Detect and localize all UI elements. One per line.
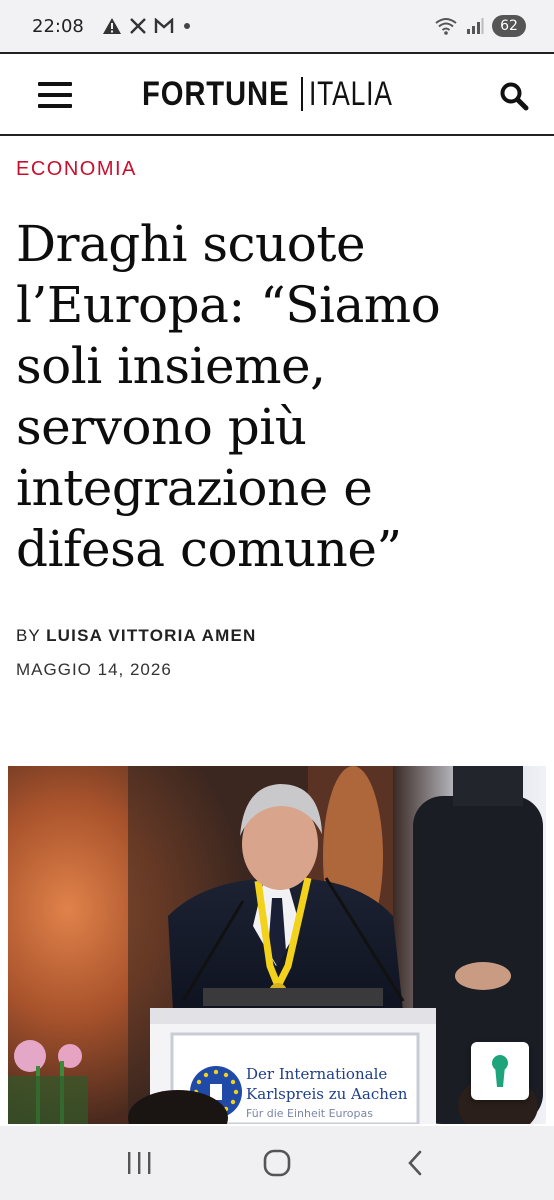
- status-left: 22:08: [32, 16, 192, 37]
- keyhole-access-button[interactable]: [471, 1042, 529, 1100]
- battery-indicator: 62: [492, 15, 526, 37]
- system-nav-bar: [0, 1126, 554, 1200]
- logo-divider: [301, 77, 304, 111]
- byline: BY LUISA VITTORIA AMEN: [16, 626, 257, 646]
- x-logo-icon: [130, 18, 146, 34]
- logo-fortune: FORTUNE: [142, 74, 290, 113]
- byline-prefix: BY: [16, 626, 47, 645]
- signal-icon: [466, 17, 484, 35]
- category-link[interactable]: ECONOMIA: [16, 158, 137, 181]
- status-time: 22:08: [32, 15, 84, 37]
- sign-line-3: Für die Einheit Europas: [246, 1107, 373, 1120]
- menu-line: [38, 82, 72, 86]
- back-icon[interactable]: [385, 1133, 445, 1193]
- warning-icon: [102, 17, 122, 35]
- recents-icon[interactable]: [109, 1133, 169, 1193]
- site-header: FORTUNE ITALIA: [0, 52, 554, 136]
- keyhole-icon: [492, 1055, 508, 1087]
- publish-date: MAGGIO 14, 2026: [16, 660, 172, 679]
- menu-line: [38, 93, 72, 97]
- author-link[interactable]: LUISA VITTORIA AMEN: [46, 626, 256, 645]
- status-right: 62: [434, 15, 526, 37]
- site-logo[interactable]: FORTUNE ITALIA: [142, 70, 417, 118]
- logo-italia: ITALIA: [309, 74, 394, 113]
- gmail-icon: [154, 18, 174, 34]
- status-bar: 22:08 62: [0, 0, 554, 52]
- sign-line-1: Der Internationale: [246, 1065, 387, 1083]
- wifi-icon: [434, 16, 458, 36]
- menu-line: [38, 104, 72, 108]
- dot-icon: [182, 21, 192, 31]
- sign-line-2: Karlspreis zu Aachen: [246, 1085, 408, 1103]
- search-icon[interactable]: [498, 80, 532, 114]
- hamburger-menu-icon[interactable]: [38, 82, 72, 108]
- article-photo: Der Internationale Karlspreis zu Aachen …: [8, 766, 546, 1124]
- home-icon[interactable]: [247, 1133, 307, 1193]
- article-headline: Draghi scuote l’Europa: “Siamo soli insi…: [16, 215, 441, 578]
